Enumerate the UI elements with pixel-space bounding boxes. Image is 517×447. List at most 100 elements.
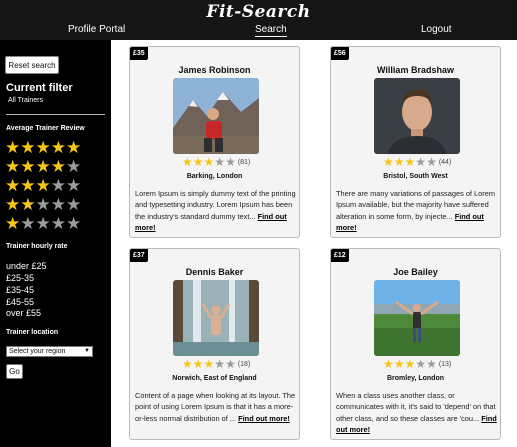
filter-sidebar: Reset search Current filter All Trainers… <box>0 40 111 447</box>
star-icon: ★ <box>383 155 394 169</box>
star-icon: ★ <box>426 155 437 169</box>
review-filter-3-stars[interactable]: ★★★★★ <box>5 176 82 195</box>
star-icon: ★ <box>383 357 394 371</box>
trainer-name: Joe Bailey <box>393 267 438 277</box>
rate-filter-option[interactable]: over £55 <box>6 308 41 318</box>
star-icon: ★ <box>35 195 51 214</box>
description-text: When a class uses another class, or comm… <box>336 391 496 423</box>
current-filter-value: All Trainers <box>8 97 44 104</box>
review-filter-1-stars[interactable]: ★★★★★ <box>5 214 82 233</box>
trainer-photo <box>173 78 259 154</box>
star-icon: ★ <box>5 138 21 157</box>
price-badge: £35 <box>130 47 148 60</box>
nav-search[interactable]: Search <box>255 24 287 37</box>
review-count: (18) <box>237 361 251 368</box>
star-icon: ★ <box>20 138 36 157</box>
current-filter-title: Current filter <box>6 82 73 94</box>
star-icon: ★ <box>66 176 82 195</box>
star-icon: ★ <box>66 195 82 214</box>
star-icon: ★ <box>20 157 36 176</box>
star-icon: ★ <box>5 176 21 195</box>
star-icon: ★ <box>182 357 193 371</box>
trainer-description: Content of a page when looking at its la… <box>135 390 296 436</box>
find-out-more-link[interactable]: Find out more! <box>238 414 290 423</box>
review-count: (13) <box>438 361 452 368</box>
review-filter-title: Average Trainer Review <box>6 125 85 132</box>
star-icon: ★ <box>214 357 226 371</box>
top-navigation-bar: Fit-Search Profile Portal Search Logout <box>0 0 517 40</box>
star-icon: ★ <box>404 357 416 371</box>
star-icon: ★ <box>393 357 405 371</box>
sidebar-divider <box>6 114 105 115</box>
star-icon: ★ <box>415 357 427 371</box>
star-icon: ★ <box>20 214 36 233</box>
price-badge: £12 <box>331 249 349 262</box>
star-icon: ★ <box>192 155 204 169</box>
star-icon: ★ <box>5 214 21 233</box>
trainer-card: £56 William Bradshaw ★★★★★ (44) Bristol, Sou… <box>330 46 501 238</box>
rate-filter-option[interactable]: £35-45 <box>6 285 34 295</box>
star-icon: ★ <box>50 214 66 233</box>
chevron-down-icon: ▼ <box>84 348 90 354</box>
star-icon: ★ <box>182 155 193 169</box>
rate-filter-title: Trainer hourly rate <box>6 243 68 250</box>
star-icon: ★ <box>50 176 66 195</box>
go-button[interactable]: Go <box>6 364 23 379</box>
trainer-location: Barking, London <box>186 173 243 180</box>
star-icon: ★ <box>426 357 437 371</box>
trainer-description: Lorem Ipsum is simply dummy text of the … <box>135 188 296 234</box>
star-icon: ★ <box>404 155 416 169</box>
star-icon: ★ <box>50 157 66 176</box>
star-icon: ★ <box>203 155 215 169</box>
trainer-description: There are many variations of passages of… <box>336 188 497 234</box>
region-select[interactable]: Select your region ▼ <box>6 346 93 357</box>
region-select-value: Select your region <box>9 348 66 355</box>
trainer-description: When a class uses another class, or comm… <box>336 390 497 436</box>
review-count: (44) <box>438 159 452 166</box>
star-icon: ★ <box>225 357 236 371</box>
star-icon: ★ <box>203 357 215 371</box>
star-icon: ★ <box>214 155 226 169</box>
rate-filter-option[interactable]: £25-35 <box>6 273 34 283</box>
trainer-photo <box>374 280 460 356</box>
star-icon: ★ <box>415 155 427 169</box>
trainer-photo <box>374 78 460 154</box>
star-icon: ★ <box>50 195 66 214</box>
trainer-name: Dennis Baker <box>185 267 244 277</box>
rate-filter-option[interactable]: under £25 <box>6 261 47 271</box>
price-badge: £56 <box>331 47 349 60</box>
trainer-photo <box>173 280 259 356</box>
trainer-card: £37 Dennis Baker ★★★★★ (18) Norwich, East of… <box>129 248 300 440</box>
review-filter-5-stars[interactable]: ★★★★★ <box>5 138 81 157</box>
trainer-card: £35 James Robinson ★★★★★ (81) Barking, Londo… <box>129 46 300 238</box>
trainer-location: Bromley, London <box>386 375 445 382</box>
rate-filter-option[interactable]: £45-55 <box>6 297 34 307</box>
star-icon: ★ <box>35 214 51 233</box>
nav-logout[interactable]: Logout <box>421 24 452 35</box>
rating-stars: ★★★★★ (81) <box>182 156 250 168</box>
star-icon: ★ <box>20 195 36 214</box>
trainer-name: William Bradshaw <box>377 65 454 75</box>
trainer-name: James Robinson <box>178 65 251 75</box>
trainer-card: £12 Joe Bailey ★★★★★ (13) Bromley, London Whe… <box>330 248 501 440</box>
star-icon: ★ <box>50 138 66 157</box>
reset-search-button[interactable]: Reset search <box>5 56 59 74</box>
review-count: (81) <box>237 159 251 166</box>
price-badge: £37 <box>130 249 148 262</box>
brand-logo: Fit-Search <box>206 2 311 22</box>
star-icon: ★ <box>393 155 405 169</box>
rating-stars: ★★★★★ (13) <box>383 358 451 370</box>
star-icon: ★ <box>192 357 204 371</box>
star-icon: ★ <box>35 157 51 176</box>
nav-profile-portal[interactable]: Profile Portal <box>68 24 125 35</box>
review-filter-4-stars[interactable]: ★★★★★ <box>5 157 81 176</box>
star-icon: ★ <box>5 195 21 214</box>
star-icon: ★ <box>225 155 236 169</box>
trainer-location: Bristol, South West <box>383 173 448 180</box>
trainer-location: Norwich, East of England <box>172 375 257 382</box>
star-icon: ★ <box>20 176 36 195</box>
location-filter-title: Trainer location <box>6 329 59 336</box>
star-icon: ★ <box>66 214 82 233</box>
review-filter-2-stars[interactable]: ★★★★★ <box>5 195 82 214</box>
star-icon: ★ <box>35 138 51 157</box>
